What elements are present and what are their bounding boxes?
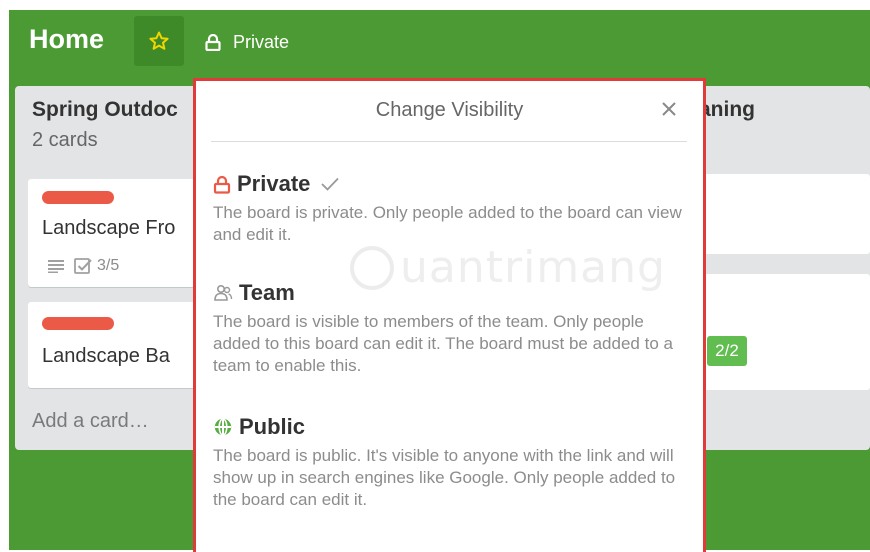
- list-title[interactable]: Spring Outdoc: [32, 98, 178, 122]
- watermark-logo-icon: [350, 245, 394, 290]
- popup-title: Change Visibility: [375, 99, 524, 121]
- option-private[interactable]: Private The board is private. Only peopl…: [213, 169, 693, 246]
- star-button[interactable]: [134, 16, 184, 66]
- close-icon: [662, 102, 676, 116]
- card-title: Landscape Fro: [42, 217, 176, 239]
- visibility-button[interactable]: Private: [205, 29, 289, 55]
- team-icon: [214, 284, 233, 301]
- card-badges: 3/5: [48, 257, 119, 275]
- option-description: The board is visible to members of the t…: [213, 312, 673, 375]
- card-title: Landscape Ba: [42, 345, 170, 367]
- visibility-label: Private: [233, 31, 290, 52]
- option-header: Public: [213, 412, 693, 442]
- list-cleaning: aning 2/2: [689, 86, 870, 450]
- list-title[interactable]: aning: [699, 98, 755, 122]
- option-name: Team: [239, 280, 295, 305]
- card-label-red: [42, 191, 114, 204]
- card[interactable]: 2/2: [693, 274, 870, 390]
- checkmark-icon: [321, 177, 340, 191]
- checklist-badge: 3/5: [74, 257, 119, 275]
- divider: [211, 141, 687, 142]
- change-visibility-popup: Change Visibility Private The board is p…: [193, 78, 706, 552]
- option-name: Public: [239, 414, 306, 439]
- watermark: uantrimang: [350, 242, 666, 293]
- option-name: Private: [237, 171, 311, 196]
- close-button[interactable]: [661, 101, 677, 122]
- option-public[interactable]: Public The board is public. It's visible…: [213, 412, 693, 511]
- lock-icon: [213, 175, 231, 194]
- lock-icon: [205, 33, 221, 51]
- option-description: The board is public. It's visible to any…: [213, 446, 676, 509]
- description-icon: [48, 260, 64, 273]
- checklist-complete-badge: 2/2: [707, 336, 747, 366]
- option-description: The board is private. Only people added …: [213, 203, 682, 244]
- card[interactable]: [693, 174, 870, 254]
- board-header: Home Private: [9, 10, 870, 74]
- watermark-text: uantrimang: [400, 242, 666, 293]
- card-label-red: [42, 317, 114, 330]
- board-title[interactable]: Home: [29, 24, 104, 55]
- checklist-count: 3/5: [97, 257, 120, 274]
- option-header: Private: [213, 169, 693, 199]
- add-card-link[interactable]: Add a card…: [32, 410, 149, 433]
- list-spring-outdoor: Spring Outdoc 2 cards Landscape Fro 3/5: [15, 86, 228, 450]
- star-icon: [149, 31, 169, 50]
- checklist-icon: [74, 258, 92, 274]
- list-card-count: 2 cards: [32, 129, 98, 151]
- globe-icon: [214, 418, 232, 436]
